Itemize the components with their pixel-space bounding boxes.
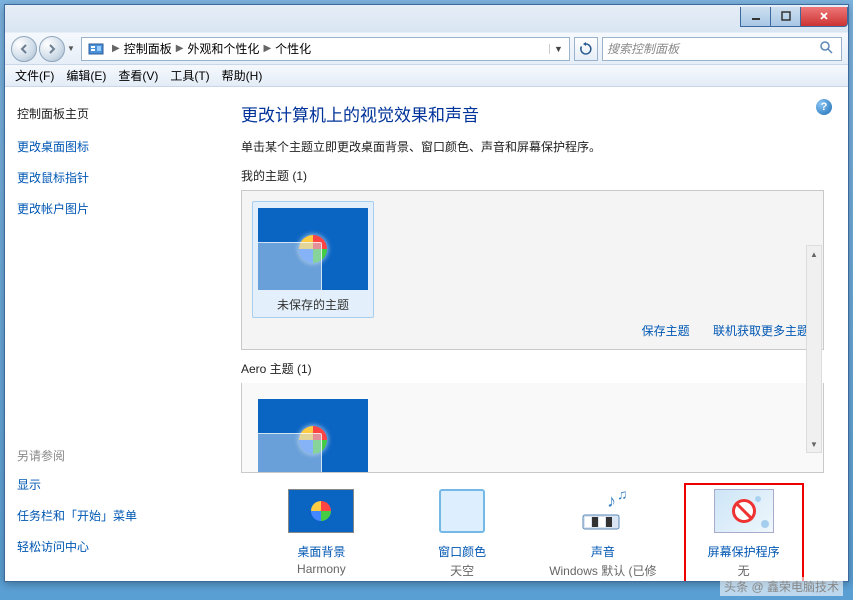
bottom-label: 屏幕保护程序	[688, 543, 800, 560]
save-theme-link[interactable]: 保存主题	[642, 324, 690, 338]
address-bar[interactable]: ▶ 控制面板 ▶ 外观和个性化 ▶ 个性化 ▼	[81, 37, 570, 61]
forward-button[interactable]	[39, 36, 65, 62]
breadcrumb-item[interactable]: 个性化	[275, 40, 311, 57]
minimize-button[interactable]	[740, 7, 770, 27]
window-color-button[interactable]: 窗口颜色 天空	[402, 487, 522, 579]
sidebar-link-desktop-icons[interactable]: 更改桌面图标	[17, 138, 205, 155]
aero-themes-label: Aero 主题 (1)	[241, 360, 824, 377]
menu-file[interactable]: 文件(F)	[15, 67, 54, 84]
bottom-label: 声音	[543, 543, 663, 560]
scroll-down-button[interactable]: ▼	[807, 436, 821, 452]
menu-help[interactable]: 帮助(H)	[222, 67, 263, 84]
search-placeholder: 搜索控制面板	[607, 40, 679, 57]
scroll-up-button[interactable]: ▲	[807, 246, 821, 262]
sidebar: 控制面板主页 更改桌面图标 更改鼠标指针 更改帐户图片 另请参阅 显示 任务栏和…	[5, 87, 217, 581]
chevron-right-icon: ▶	[112, 43, 120, 54]
watermark: 头条 @ 鑫荣电脑技术	[720, 577, 843, 596]
sidebar-sublink-taskbar[interactable]: 任务栏和「开始」菜单	[17, 507, 205, 524]
theme-thumbnail	[258, 399, 368, 473]
body: 控制面板主页 更改桌面图标 更改鼠标指针 更改帐户图片 另请参阅 显示 任务栏和…	[5, 87, 848, 581]
screensaver-icon	[709, 487, 779, 535]
sound-icon: ♪♫	[568, 487, 638, 535]
page-title: 更改计算机上的视觉效果和声音	[241, 101, 824, 126]
svg-text:♪: ♪	[607, 491, 616, 511]
menu-tools[interactable]: 工具(T)	[170, 67, 209, 84]
theme-links: 保存主题 联机获取更多主题	[622, 322, 809, 339]
close-button[interactable]	[800, 7, 848, 27]
refresh-button[interactable]	[574, 37, 598, 61]
sidebar-link-account-picture[interactable]: 更改帐户图片	[17, 200, 205, 217]
sidebar-sublink-ease-of-access[interactable]: 轻松访问中心	[17, 538, 205, 555]
sidebar-link-mouse-pointer[interactable]: 更改鼠标指针	[17, 169, 205, 186]
help-icon[interactable]: ?	[816, 99, 832, 115]
svg-text:♫: ♫	[617, 487, 628, 502]
breadcrumb-item[interactable]: 外观和个性化	[187, 40, 259, 57]
sidebar-home[interactable]: 控制面板主页	[17, 105, 205, 122]
bottom-row: 桌面背景 Harmony 窗口颜色 天空 ♪♫ 声音 Windows 默认 (已…	[241, 473, 824, 581]
my-themes-label: 我的主题 (1)	[241, 167, 824, 184]
menu-view[interactable]: 查看(V)	[118, 67, 158, 84]
breadcrumb-item[interactable]: 控制面板	[124, 40, 172, 57]
bottom-sub: 天空	[402, 562, 522, 579]
sounds-button[interactable]: ♪♫ 声音 Windows 默认 (已修改)	[543, 487, 663, 581]
sidebar-sublink-display[interactable]: 显示	[17, 476, 205, 493]
back-button[interactable]	[11, 36, 37, 62]
nav-history-dropdown[interactable]: ▼	[65, 36, 77, 62]
get-more-themes-link[interactable]: 联机获取更多主题	[713, 324, 809, 338]
desktop-bg-icon	[286, 487, 356, 535]
window-controls	[740, 7, 848, 27]
screensaver-button[interactable]: 屏幕保护程序 无	[684, 483, 804, 581]
search-icon[interactable]	[815, 40, 837, 57]
bottom-sub: Windows 默认 (已修改)	[543, 562, 663, 581]
menu-bar: 文件(F) 编辑(E) 查看(V) 工具(T) 帮助(H)	[5, 65, 848, 87]
bottom-label: 窗口颜色	[402, 543, 522, 560]
my-themes-box: 未保存的主题 保存主题 联机获取更多主题	[241, 190, 824, 350]
address-dropdown[interactable]: ▼	[549, 44, 567, 54]
maximize-button[interactable]	[770, 7, 800, 27]
scrollbar[interactable]: ▲ ▼	[806, 245, 822, 453]
nav-toolbar: ▼ ▶ 控制面板 ▶ 外观和个性化 ▶ 个性化 ▼ 搜索控制面板	[5, 33, 848, 65]
menu-edit[interactable]: 编辑(E)	[66, 67, 106, 84]
chevron-right-icon: ▶	[176, 43, 184, 54]
sidebar-see-also: 另请参阅	[17, 447, 205, 464]
content-area: ? 更改计算机上的视觉效果和声音 单击某个主题立即更改桌面背景、窗口颜色、声音和…	[217, 87, 848, 581]
theme-card-unsaved[interactable]: 未保存的主题	[252, 201, 374, 318]
chevron-right-icon: ▶	[263, 43, 271, 54]
theme-thumbnail	[258, 208, 368, 290]
bottom-sub: Harmony	[261, 562, 381, 576]
nav-buttons: ▼	[11, 36, 77, 62]
window: ▼ ▶ 控制面板 ▶ 外观和个性化 ▶ 个性化 ▼ 搜索控制面板 文件(F) 编…	[4, 4, 849, 582]
control-panel-icon	[88, 41, 104, 57]
theme-name: 未保存的主题	[277, 298, 349, 312]
search-input[interactable]: 搜索控制面板	[602, 37, 842, 61]
scroll-track[interactable]	[807, 262, 821, 436]
bottom-label: 桌面背景	[261, 543, 381, 560]
aero-themes-box	[241, 383, 824, 473]
desktop-background-button[interactable]: 桌面背景 Harmony	[261, 487, 381, 576]
page-subtitle: 单击某个主题立即更改桌面背景、窗口颜色、声音和屏幕保护程序。	[241, 138, 824, 155]
refresh-icon	[579, 42, 593, 56]
theme-card-aero[interactable]	[252, 393, 374, 473]
window-color-icon	[427, 487, 497, 535]
title-bar[interactable]	[5, 5, 848, 33]
